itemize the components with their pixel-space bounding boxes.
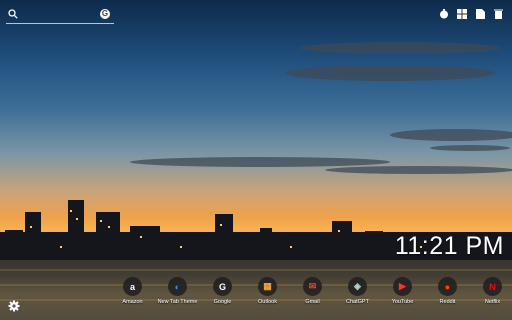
shortcut-youtube[interactable]: ▶ YouTube — [380, 277, 425, 305]
timer-icon[interactable] — [438, 8, 450, 20]
shortcut-label: Reddit — [439, 299, 456, 305]
search-icon — [8, 9, 18, 19]
shortcut-label: Gmail — [305, 299, 320, 305]
shortcut-google[interactable]: G Google — [200, 277, 245, 305]
google-icon: G — [213, 277, 232, 296]
shortcut-label: Netflix — [484, 299, 501, 305]
toolbar — [438, 8, 504, 20]
google-search-icon[interactable]: G — [100, 9, 110, 19]
shortcut-label: Outlook — [258, 299, 277, 305]
shortcut-reddit[interactable]: ● Reddit — [425, 277, 470, 305]
clock: 11:21 PM — [394, 232, 504, 260]
search-bar[interactable]: G — [6, 7, 114, 24]
outlook-icon: ▦ — [258, 277, 277, 296]
trash-icon[interactable] — [492, 8, 504, 20]
gmail-icon: ✉ — [303, 277, 322, 296]
chatgpt-icon: ◈ — [348, 277, 367, 296]
shortcut-gmail[interactable]: ✉ Gmail — [290, 277, 335, 305]
shortcut-netflix[interactable]: N Netflix — [470, 277, 512, 305]
settings-gear-icon[interactable] — [8, 300, 20, 312]
shortcut-chatgpt[interactable]: ◈ ChatGPT — [335, 277, 380, 305]
document-icon[interactable] — [474, 8, 486, 20]
wallpaper-background — [0, 0, 512, 320]
shortcut-label: YouTube — [391, 299, 414, 305]
shortcut-label: ChatGPT — [346, 299, 369, 305]
apps-grid-icon[interactable] — [456, 8, 468, 20]
shortcut-outlook[interactable]: ▦ Outlook — [245, 277, 290, 305]
shortcut-amazon[interactable]: a Amazon — [110, 277, 155, 305]
new-tab-theme-icon: ◐ — [168, 277, 187, 296]
shortcut-label: Google — [213, 299, 232, 305]
shortcut-label: Amazon — [122, 299, 143, 305]
shortcut-new-tab-theme[interactable]: ◐ New Tab Theme — [155, 277, 200, 305]
shortcut-label: New Tab Theme — [157, 299, 198, 305]
youtube-icon: ▶ — [393, 277, 412, 296]
shortcut-dock: a Amazon ◐ New Tab Theme G Google ▦ Outl… — [110, 277, 512, 305]
netflix-icon: N — [483, 277, 502, 296]
amazon-icon: a — [123, 277, 142, 296]
reddit-icon: ● — [438, 277, 457, 296]
